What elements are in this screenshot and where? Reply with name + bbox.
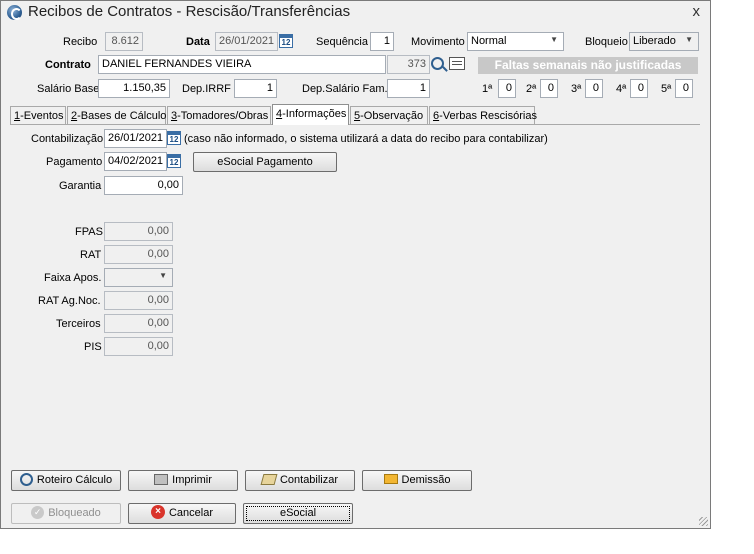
pis-field: 0,00 — [104, 337, 173, 356]
title-bar: Recibos de Contratos - Rescisão/Transfer… — [1, 1, 710, 24]
pagamento-label: Pagamento — [46, 156, 103, 168]
depsal-label: Dep.Salário Fam. — [302, 83, 388, 95]
depirrf-field[interactable]: 1 — [234, 79, 277, 98]
check-icon: ✓ — [31, 505, 45, 519]
falta-5-field[interactable]: 0 — [675, 79, 693, 98]
terceiros-field: 0,00 — [104, 314, 173, 333]
calculator-icon — [260, 473, 278, 485]
falta-2-field[interactable]: 0 — [540, 79, 558, 98]
search-icon[interactable] — [431, 57, 444, 70]
salario-label: Salário Base — [37, 83, 100, 95]
fpas-label: FPAS — [75, 226, 103, 238]
chevron-down-icon: ▼ — [159, 271, 167, 280]
rat-ag-noc-field: 0,00 — [104, 291, 173, 310]
sequencia-field[interactable]: 1 — [370, 32, 394, 51]
roteiro-calculo-button[interactable]: Roteiro Cálculo — [11, 470, 121, 491]
rat-field: 0,00 — [104, 245, 173, 264]
sequencia-label: Sequência — [316, 36, 368, 48]
calendar-icon[interactable]: 12 — [167, 131, 181, 145]
printer-icon — [154, 473, 169, 485]
tab-observacao[interactable]: 5-Observação — [350, 106, 428, 125]
falta-1-field[interactable]: 0 — [498, 79, 516, 98]
window-title: Recibos de Contratos - Rescisão/Transfer… — [28, 3, 351, 20]
falta-1-label: 1ª — [482, 83, 493, 95]
contabilizacao-label: Contabilização — [31, 133, 104, 145]
bloqueado-button[interactable]: ✓ Bloqueado — [11, 503, 121, 524]
esocial-pagamento-button[interactable]: eSocial Pagamento — [193, 152, 337, 172]
movimento-select[interactable]: Normal ▼ — [467, 32, 564, 51]
chevron-down-icon: ▼ — [550, 35, 558, 44]
faixa-apos-select[interactable]: ▼ — [104, 268, 173, 287]
fpas-field: 0,00 — [104, 222, 173, 241]
calendar-icon[interactable]: 12 — [279, 34, 293, 48]
contrato-label: Contrato — [45, 59, 91, 71]
falta-4-label: 4ª — [616, 83, 627, 95]
tab-bases-calculo[interactable]: 2-Bases de Cálculo — [67, 106, 166, 125]
demissao-button[interactable]: Demissão — [362, 470, 472, 491]
faltas-banner: Faltas semanais não justificadas — [478, 57, 698, 74]
falta-3-label: 3ª — [571, 83, 582, 95]
terceiros-label: Terceiros — [56, 318, 101, 330]
contrato-code-field: 373 — [387, 55, 430, 74]
bloqueio-label: Bloqueio — [585, 36, 628, 48]
tab-informacoes[interactable]: 4-Informações — [272, 104, 349, 125]
list-icon[interactable] — [449, 57, 465, 70]
tab-tomadores-obras[interactable]: 3-Tomadores/Obras — [167, 106, 271, 125]
tab-verbas-rescisorias[interactable]: 6-Verbas Rescisórias — [429, 106, 537, 125]
contabilizacao-field[interactable]: 26/01/2021 — [104, 129, 167, 148]
receipt-window: Recibos de Contratos - Rescisão/Transfer… — [0, 0, 711, 529]
falta-3-field[interactable]: 0 — [585, 79, 603, 98]
salario-field[interactable]: 1.150,35 — [98, 79, 170, 98]
contrato-field[interactable]: DANIEL FERNANDES VIEIRA — [98, 55, 386, 74]
close-button[interactable]: x — [693, 3, 701, 20]
depirrf-label: Dep.IRRF — [182, 83, 231, 95]
tab-eventos[interactable]: 1-Eventos — [10, 106, 66, 125]
pagamento-field[interactable]: 04/02/2021 — [104, 152, 167, 171]
esocial-button[interactable]: eSocial — [243, 503, 353, 524]
movimento-value: Normal — [471, 35, 507, 47]
contabilizacao-hint: (caso não informado, o sistema utilizará… — [184, 133, 548, 145]
contabilizar-button[interactable]: Contabilizar — [245, 470, 355, 491]
calendar-icon[interactable]: 12 — [167, 154, 181, 168]
faixa-apos-label: Faixa Apos. — [44, 272, 102, 284]
recibo-field: 8.612 — [105, 32, 143, 51]
chevron-down-icon: ▼ — [685, 35, 693, 44]
depsal-field[interactable]: 1 — [387, 79, 430, 98]
pis-label: PIS — [84, 341, 102, 353]
rat-label: RAT — [80, 249, 102, 261]
resize-grip[interactable] — [699, 517, 708, 526]
garantia-label: Garantia — [59, 180, 102, 192]
cancelar-button[interactable]: × Cancelar — [128, 503, 236, 524]
card-icon — [383, 474, 398, 485]
falta-5-label: 5ª — [661, 83, 672, 95]
data-label: Data — [186, 36, 210, 48]
bloqueio-select[interactable]: Liberado ▼ — [629, 32, 699, 51]
bloqueio-value: Liberado — [633, 35, 676, 47]
falta-2-label: 2ª — [526, 83, 537, 95]
app-logo-icon — [7, 5, 22, 20]
search-icon — [19, 472, 33, 486]
recibo-label: Recibo — [63, 36, 98, 48]
falta-4-field[interactable]: 0 — [630, 79, 648, 98]
cancel-icon: × — [150, 505, 165, 520]
garantia-field[interactable]: 0,00 — [104, 176, 183, 195]
imprimir-button[interactable]: Imprimir — [128, 470, 238, 491]
data-field: 26/01/2021 — [215, 32, 278, 51]
movimento-label: Movimento — [411, 36, 465, 48]
rat-ag-noc-label: RAT Ag.Noc. — [38, 295, 101, 307]
